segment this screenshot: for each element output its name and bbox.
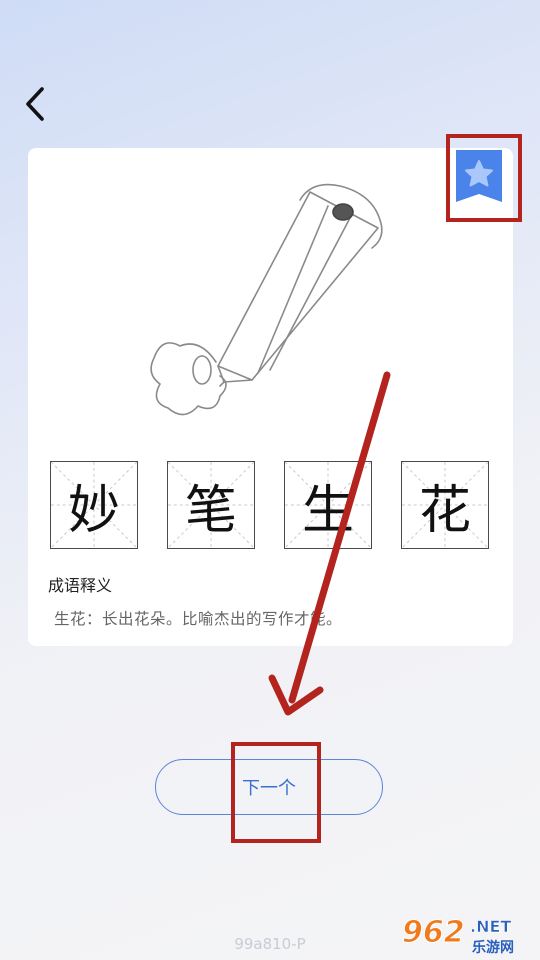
chevron-left-icon	[26, 87, 44, 121]
definition-title: 成语释义	[48, 576, 113, 595]
svg-text:962: 962	[402, 915, 465, 950]
idiom-char: 生	[301, 480, 354, 541]
site-watermark-logo: 962 .NET 乐游网	[402, 915, 515, 957]
idiom-char: 花	[418, 480, 471, 541]
idiom-char: 妙	[67, 480, 120, 541]
back-button[interactable]	[18, 84, 54, 124]
svg-text:乐游网: 乐游网	[472, 939, 514, 956]
favorite-button[interactable]	[456, 150, 502, 202]
next-button[interactable]: 下一个	[155, 759, 383, 815]
char-cell: 笔	[167, 461, 255, 549]
idiom-char: 笔	[184, 480, 237, 541]
char-cell: 妙	[50, 461, 138, 549]
definition-text: 生花：长出花朵。比喻杰出的写作才能。	[54, 610, 343, 628]
char-cell: 生	[284, 461, 372, 549]
idiom-characters: 妙 笔 生 花	[50, 461, 492, 551]
char-cell: 花	[401, 461, 489, 549]
pencil-flower-illustration	[150, 183, 383, 416]
svg-text:.NET: .NET	[470, 917, 511, 936]
star-bookmark-icon	[456, 150, 502, 202]
